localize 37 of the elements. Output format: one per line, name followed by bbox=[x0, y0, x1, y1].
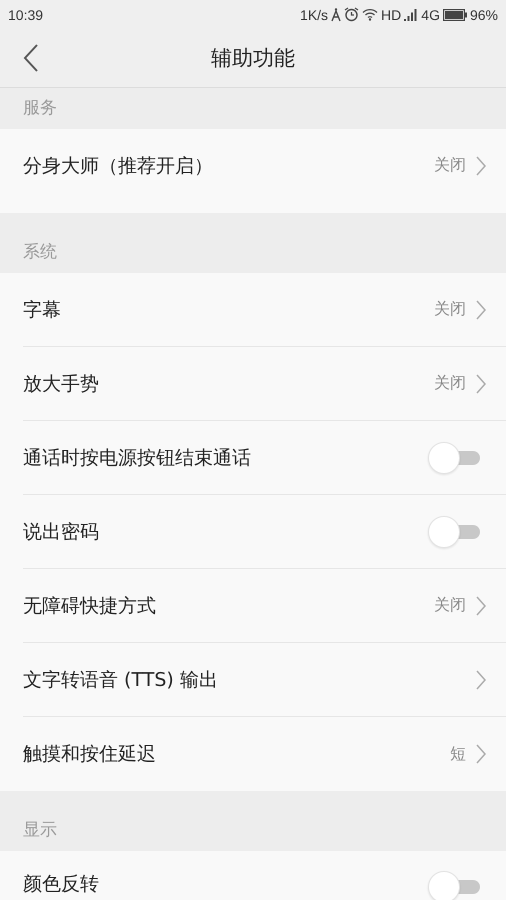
setting-value: 关闭 bbox=[434, 595, 466, 616]
chevron-right-icon[interactable] bbox=[476, 596, 486, 616]
network-speed: 1K/s bbox=[300, 6, 328, 22]
setting-label[interactable]: 分身大师（推荐开启） bbox=[23, 152, 434, 178]
chevron-right-icon[interactable] bbox=[476, 374, 486, 394]
signal-icon bbox=[404, 8, 418, 21]
chevron-right-icon[interactable] bbox=[476, 744, 486, 764]
setting-label[interactable]: 文字转语音 (TTS) 输出 bbox=[23, 666, 476, 692]
setting-label[interactable]: 触摸和按住延迟 bbox=[23, 741, 450, 767]
toggle-switch[interactable] bbox=[428, 871, 480, 900]
setting-value: 关闭 bbox=[434, 373, 466, 394]
toggle-switch[interactable] bbox=[428, 516, 480, 548]
setting-label[interactable]: 无障碍快捷方式 bbox=[23, 592, 434, 618]
font-icon bbox=[331, 8, 342, 22]
network-type: 4G bbox=[421, 6, 440, 22]
setting-label[interactable]: 说出密码 bbox=[23, 518, 428, 544]
alarm-icon bbox=[344, 7, 360, 22]
setting-label[interactable]: 字幕 bbox=[23, 296, 434, 322]
clock: 10:39 bbox=[8, 6, 44, 22]
toggle-switch[interactable] bbox=[428, 442, 480, 474]
section-header: 显示 bbox=[23, 819, 57, 841]
wifi-icon bbox=[362, 8, 378, 21]
chevron-right-icon[interactable] bbox=[476, 156, 486, 176]
chevron-right-icon[interactable] bbox=[476, 300, 486, 320]
setting-value: 关闭 bbox=[434, 299, 466, 320]
back-icon bbox=[23, 44, 39, 72]
section-header: 系统 bbox=[23, 241, 57, 263]
setting-label[interactable]: 通话时按电源按钮结束通话 bbox=[23, 444, 428, 470]
chevron-right-icon[interactable] bbox=[476, 670, 486, 690]
setting-label[interactable]: 放大手势 bbox=[23, 370, 434, 396]
setting-value: 关闭 bbox=[434, 155, 466, 176]
section-header: 服务 bbox=[23, 97, 57, 119]
battery-level: 96% bbox=[470, 6, 498, 22]
setting-value: 短 bbox=[450, 744, 466, 764]
page-title: 辅助功能 bbox=[211, 45, 295, 72]
battery-icon bbox=[442, 8, 467, 20]
hd-label: HD bbox=[381, 6, 402, 22]
